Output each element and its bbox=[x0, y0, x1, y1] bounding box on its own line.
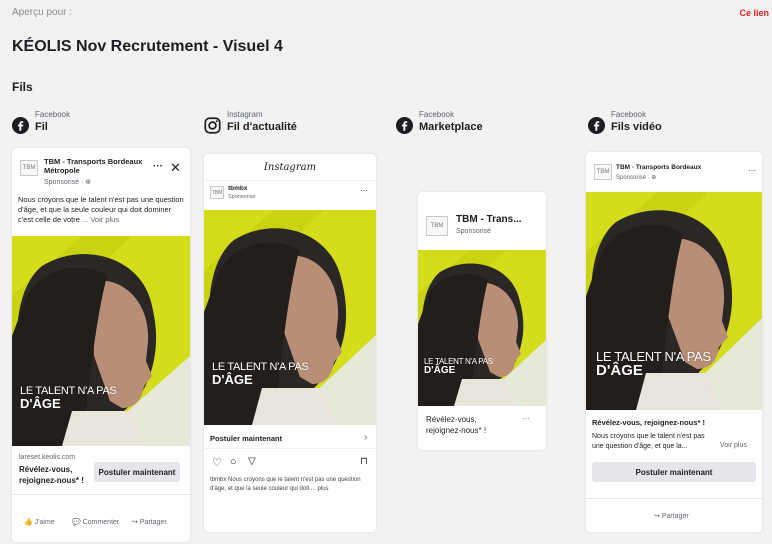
sponsored-label: Sponsorisé bbox=[228, 194, 256, 200]
see-more-link[interactable]: ... Voir plus bbox=[82, 215, 119, 224]
divider bbox=[204, 180, 376, 181]
comment-icon: 💬 bbox=[72, 519, 81, 526]
facebook-icon bbox=[588, 117, 605, 134]
more-options-icon[interactable]: ··· bbox=[522, 414, 530, 423]
link-domain: lareset.keolis.com bbox=[19, 454, 76, 461]
body-text: Nous croyons que le talent n'est pas une… bbox=[592, 433, 705, 450]
headline: Révélez-vous, rejoignez-nous* ! bbox=[592, 418, 705, 427]
apply-now-button[interactable]: Postuler maintenant bbox=[592, 462, 756, 482]
platform-name: Facebook bbox=[419, 110, 455, 119]
placement-name: Marketplace bbox=[419, 121, 483, 133]
page-name: TBM - Trans... bbox=[456, 214, 522, 225]
preview-card-video-feed: TBM TBM · Transports Bordeaux Sponsorisé… bbox=[586, 152, 762, 532]
ad-image: LE TALENT N'A PAS D'ÂGE bbox=[12, 236, 190, 446]
share-button[interactable]: ↪ Partager bbox=[132, 518, 167, 526]
divider bbox=[12, 494, 190, 495]
apply-now-button[interactable]: Postuler maintenant bbox=[94, 462, 180, 482]
preview-card-ig-feed: Instagram TBM tbmbx Sponsorisé ··· LE TA… bbox=[204, 154, 376, 532]
placement-header-fb-feed: Facebook Fil bbox=[12, 110, 70, 134]
page-avatar: TBM bbox=[594, 164, 612, 180]
facebook-icon bbox=[12, 117, 29, 134]
caption-text: tbmbx Nous croyons que le talent n'est p… bbox=[210, 477, 361, 492]
sponsored-label: Sponsorisé · ⊕ bbox=[44, 179, 92, 186]
page-title: KÉOLIS Nov Recrutement - Visuel 4 bbox=[12, 38, 283, 55]
placement-name: Fil d'actualité bbox=[227, 121, 297, 133]
placement-header-video-feed: Facebook Fils vidéo bbox=[588, 110, 662, 134]
divider bbox=[204, 448, 376, 449]
see-more-link[interactable]: Voir plus bbox=[720, 442, 747, 449]
page-name: TBM · Transports Bordeaux bbox=[616, 164, 702, 171]
comment-button[interactable]: 💬 Commenter bbox=[72, 518, 119, 526]
link-headline: Révélez-vous, rejoignez-nous* ! bbox=[19, 465, 84, 485]
more-options-icon[interactable]: ··· bbox=[360, 186, 368, 195]
account-name: tbmbx bbox=[228, 185, 248, 192]
more-options-icon[interactable]: ··· bbox=[748, 166, 756, 175]
preview-card-marketplace: TBM TBM - Trans... Sponsorisé LE TALENT … bbox=[418, 192, 546, 450]
ad-video[interactable]: LE TALENT N'A PAS D'ÂGE bbox=[586, 192, 762, 410]
placement-header-ig-feed: Instagram Fil d'actualité bbox=[204, 110, 297, 134]
external-link[interactable]: Ce lien bbox=[739, 8, 769, 18]
comment-icon[interactable]: ○ bbox=[230, 456, 237, 468]
like-icon: 👍 bbox=[24, 519, 33, 526]
portrait-illustration bbox=[12, 236, 190, 446]
page-avatar: TBM bbox=[20, 160, 38, 176]
preview-card-fb-feed: TBM TBM - Transports Bordeaux Métropole … bbox=[12, 148, 190, 542]
page-name: TBM - Transports Bordeaux Métropole bbox=[44, 157, 143, 175]
like-button[interactable]: 👍 J'aime bbox=[24, 518, 55, 526]
ad-image: LE TALENT N'A PAS D'ÂGE bbox=[204, 210, 376, 425]
placement-name: Fil bbox=[35, 121, 48, 133]
send-icon[interactable]: ▽ bbox=[248, 456, 256, 467]
divider bbox=[586, 498, 762, 499]
apply-now-link[interactable]: Postuler maintenant bbox=[210, 434, 282, 443]
ad-headline-overlay: LE TALENT N'A PAS D'ÂGE bbox=[596, 349, 711, 379]
share-icon: ↪ bbox=[132, 519, 138, 526]
preview-label: Aperçu pour : bbox=[12, 7, 73, 18]
section-title: Fils bbox=[12, 80, 33, 94]
instagram-wordmark: Instagram bbox=[263, 162, 317, 173]
ad-body-text: Nous croyons que le talent n'est pas une… bbox=[18, 195, 184, 224]
platform-name: Facebook bbox=[611, 110, 647, 119]
ad-headline-overlay: LE TALENT N'A PAS D'ÂGE bbox=[424, 357, 493, 376]
page-avatar: TBM bbox=[426, 216, 448, 236]
share-icon: ↪ bbox=[654, 513, 660, 520]
sponsored-label: Sponsorisé · ⊕ bbox=[616, 175, 657, 181]
placement-header-marketplace: Facebook Marketplace bbox=[396, 110, 483, 134]
account-avatar: TBM bbox=[210, 186, 224, 199]
share-button[interactable]: ↪ Partager bbox=[654, 512, 689, 520]
heart-icon[interactable]: ♡ bbox=[212, 456, 222, 469]
bookmark-icon[interactable]: ⊓ bbox=[360, 456, 368, 467]
portrait-illustration bbox=[204, 210, 376, 425]
headline: Révélez-vous, rejoignez-nous* ! bbox=[426, 415, 487, 435]
more-options-icon[interactable]: ··· bbox=[153, 161, 163, 172]
sponsored-label: Sponsorisé bbox=[456, 228, 492, 235]
instagram-icon bbox=[204, 117, 221, 134]
ad-headline-overlay: LE TALENT N'A PAS D'ÂGE bbox=[20, 385, 117, 411]
placement-name: Fils vidéo bbox=[611, 121, 662, 133]
portrait-illustration bbox=[418, 250, 546, 406]
facebook-icon bbox=[396, 117, 413, 134]
ad-headline-overlay: LE TALENT N'A PAS D'ÂGE bbox=[212, 361, 309, 387]
close-icon[interactable]: ✕ bbox=[170, 160, 181, 176]
platform-name: Facebook bbox=[35, 110, 71, 119]
ad-image: LE TALENT N'A PAS D'ÂGE bbox=[418, 250, 546, 406]
platform-name: Instagram bbox=[227, 110, 263, 119]
chevron-right-icon[interactable]: › bbox=[364, 432, 367, 443]
